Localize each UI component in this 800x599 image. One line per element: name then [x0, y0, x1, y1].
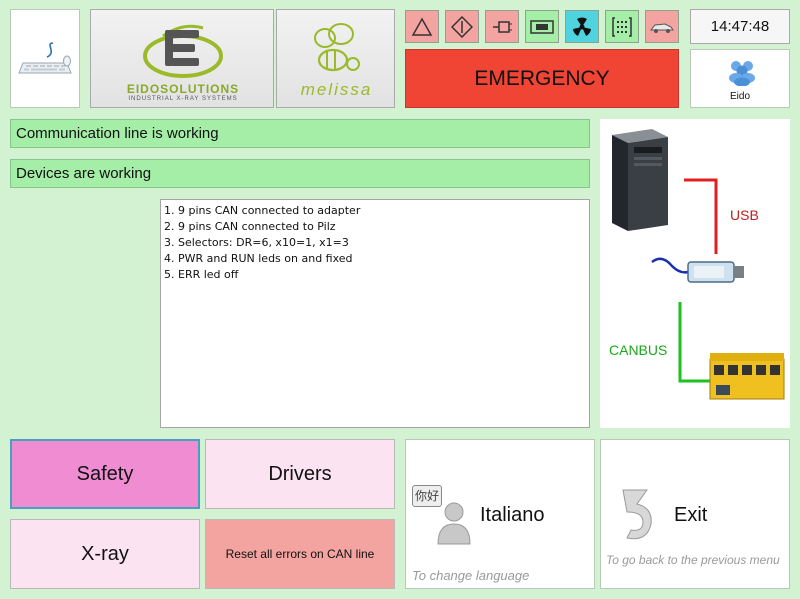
bee-icon [314, 23, 360, 72]
connector-icon [493, 20, 512, 33]
list-item: 4. PWR and RUN leds on and fixed [164, 252, 353, 265]
keyboard-tile[interactable] [10, 9, 80, 108]
language-label: Italiano [480, 504, 545, 526]
exit-arrow-icon [622, 489, 652, 540]
exit-button[interactable]: Exit To go back to the previous menu [600, 439, 790, 589]
car-icon [649, 22, 674, 33]
eido-logo-icon [143, 24, 223, 78]
logo-brand: EIDOSOLUTIONS [126, 82, 240, 96]
user-label: Eido [729, 91, 750, 102]
safety-controller-icon [709, 353, 785, 400]
devices-status: Devices are working [10, 159, 590, 188]
emergency-button[interactable]: EMERGENCY [405, 49, 679, 108]
usb-label: USB [730, 207, 759, 223]
drivers-button[interactable]: Drivers [205, 439, 395, 509]
connection-diagram: USB CANBUS [600, 119, 790, 428]
xray-button[interactable]: X-ray [10, 519, 200, 589]
list-item: 3. Selectors: DR=6, x10=1, x1=3 [164, 236, 349, 249]
bracket-grid-icon [612, 16, 632, 37]
connector-button[interactable] [485, 10, 519, 43]
grid-button[interactable] [605, 10, 639, 43]
user-tile[interactable]: Eido [690, 49, 790, 108]
list-item: 1. 9 pins CAN connected to adapter [164, 204, 361, 217]
board-button[interactable] [525, 10, 559, 43]
radiation-button[interactable] [565, 10, 599, 43]
company-logo: EIDOSOLUTIONS INDUSTRIAL X-RAY SYSTEMS [90, 9, 274, 108]
app-logo-text: melissa [300, 80, 373, 99]
diamond-button[interactable] [445, 10, 479, 43]
board-icon [530, 19, 554, 34]
usb-can-adapter-icon [651, 257, 744, 283]
reset-can-errors-button[interactable]: Reset all errors on CAN line [205, 519, 395, 589]
app-logo: melissa [276, 9, 395, 108]
logo-tagline: INDUSTRIAL X-RAY SYSTEMS [128, 96, 238, 102]
exit-label: Exit [674, 504, 708, 526]
exit-hint: To go back to the previous menu [606, 553, 780, 567]
canbus-label: CANBUS [609, 342, 668, 358]
users-icon [729, 61, 755, 86]
checklist: 1. 9 pins CAN connected to adapter 2. 9 … [160, 199, 590, 428]
language-button[interactable]: 你好 Italiano To change language [405, 439, 595, 589]
warning-button[interactable] [405, 10, 439, 43]
pc-tower-icon [612, 129, 668, 231]
keyboard-icon [18, 41, 72, 73]
usb-line [684, 178, 718, 254]
list-item: 5. ERR led off [164, 268, 239, 281]
communication-status: Communication line is working [10, 119, 590, 148]
diamond-arrow-icon [451, 15, 473, 38]
radiation-icon [573, 16, 591, 36]
language-hint: To change language [412, 568, 530, 583]
person-speaking-icon [437, 502, 471, 545]
clock: 14:47:48 [690, 9, 790, 44]
safety-button[interactable]: Safety [10, 439, 200, 509]
list-item: 2. 9 pins CAN connected to Pilz [164, 220, 336, 233]
warning-triangle-icon [411, 16, 433, 36]
car-button[interactable] [645, 10, 679, 43]
